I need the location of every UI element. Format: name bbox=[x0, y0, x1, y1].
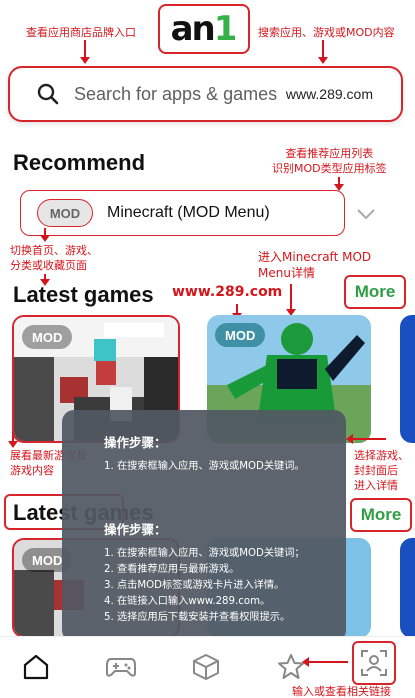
annotation-site-text: www.289.com bbox=[172, 284, 283, 300]
annotation-select-hint: 选择游戏、 封封面后 进入详情 bbox=[354, 448, 409, 493]
chevron-down-icon[interactable] bbox=[356, 208, 376, 220]
nav-scan[interactable] bbox=[352, 641, 396, 685]
search-icon bbox=[37, 83, 59, 105]
search-bar[interactable]: Search for apps & games www.289.com bbox=[8, 66, 403, 122]
search-url-text: www.289.com bbox=[285, 86, 373, 102]
popup-title: 操作步骤： bbox=[104, 435, 167, 450]
popup-step: 1. 在搜索框输入应用、游戏或MOD关键词。 bbox=[104, 461, 305, 472]
popup-step: 3. 点击MOD标签或游戏卡片进入详情。 bbox=[104, 580, 285, 591]
nav-home[interactable] bbox=[16, 647, 56, 687]
popup-step: 4. 在链接入口输入www.289.com。 bbox=[104, 596, 271, 607]
scan-user-icon bbox=[361, 650, 387, 676]
instructions-popup: 操作步骤： 1. 在搜索框输入应用、游戏或MOD关键词。 操作步骤： 1. 在搜… bbox=[62, 410, 346, 642]
gamepad-icon bbox=[106, 658, 136, 677]
annotation-arrow bbox=[334, 177, 344, 191]
annotation-line: 封封面后 bbox=[354, 464, 398, 477]
cube-icon bbox=[193, 654, 219, 680]
popup-step: 2. 查看推荐应用与最新游戏。 bbox=[104, 564, 240, 575]
annotation-arrow bbox=[8, 432, 18, 448]
home-icon bbox=[23, 654, 49, 680]
recommend-title: Recommend bbox=[13, 150, 146, 175]
annotation-line: 进入详情 bbox=[354, 479, 398, 492]
nav-favorites[interactable] bbox=[271, 647, 311, 687]
mod-badge: MOD bbox=[215, 323, 266, 347]
annotation-arrow bbox=[232, 304, 242, 320]
nav-games[interactable] bbox=[101, 647, 141, 687]
annotation-arrow bbox=[302, 657, 348, 667]
mod-badge: MOD bbox=[22, 325, 73, 349]
annotation-line: 查看推荐应用列表 bbox=[285, 147, 374, 160]
logo-text: an bbox=[170, 9, 216, 49]
recommend-item[interactable]: MOD Minecraft (MOD Menu) bbox=[20, 190, 345, 236]
annotation-arrow bbox=[318, 40, 328, 64]
annotation-line: 切换首页、游戏、 bbox=[10, 244, 98, 257]
recommend-item-name: Minecraft (MOD Menu) bbox=[107, 204, 270, 221]
annotation-store-entry: 查看应用商店品牌入口 bbox=[26, 26, 136, 39]
annotation-line: 选择游戏、 bbox=[354, 449, 409, 462]
game-card-6[interactable] bbox=[400, 538, 415, 638]
app-logo[interactable]: an 1 bbox=[158, 4, 250, 54]
annotation-arrow bbox=[40, 228, 50, 242]
annotation-line: 分类或收藏页面 bbox=[10, 259, 87, 272]
popup-step: 1. 在搜索框输入应用、游戏或MOD关键词； bbox=[104, 548, 305, 559]
annotation-bottom-hint: 输入或查看相关链接 bbox=[292, 685, 391, 698]
logo-number: 1 bbox=[213, 9, 238, 49]
search-placeholder: Search for apps & games bbox=[74, 83, 278, 104]
mod-tag[interactable]: MOD bbox=[37, 199, 93, 227]
game-card-3[interactable] bbox=[400, 315, 415, 443]
annotation-line: 识别MOD类型应用标签 bbox=[272, 162, 387, 175]
annotation-recommend-hint: 查看推荐应用列表 识别MOD类型应用标签 bbox=[272, 146, 387, 176]
popup-step: 5. 选择应用后下载安装并查看权限提示。 bbox=[104, 612, 291, 623]
more-button[interactable]: More bbox=[344, 275, 406, 309]
nav-apps[interactable] bbox=[186, 647, 226, 687]
latest-games-title: Latest games bbox=[13, 282, 154, 307]
annotation-arrow bbox=[346, 434, 386, 444]
more-button-2[interactable]: More bbox=[350, 498, 412, 532]
star-icon bbox=[278, 654, 304, 679]
popup-title-2: 操作步骤： bbox=[104, 522, 167, 537]
annotation-arrow bbox=[286, 284, 296, 316]
annotation-arrow bbox=[80, 40, 90, 64]
annotation-line: 进入Minecraft MOD bbox=[258, 250, 372, 264]
annotation-arrow bbox=[40, 274, 50, 286]
annotation-switch-hint: 切换首页、游戏、 分类或收藏页面 bbox=[10, 243, 98, 273]
annotation-search-hint: 搜索应用、游戏或MOD内容 bbox=[258, 26, 395, 39]
